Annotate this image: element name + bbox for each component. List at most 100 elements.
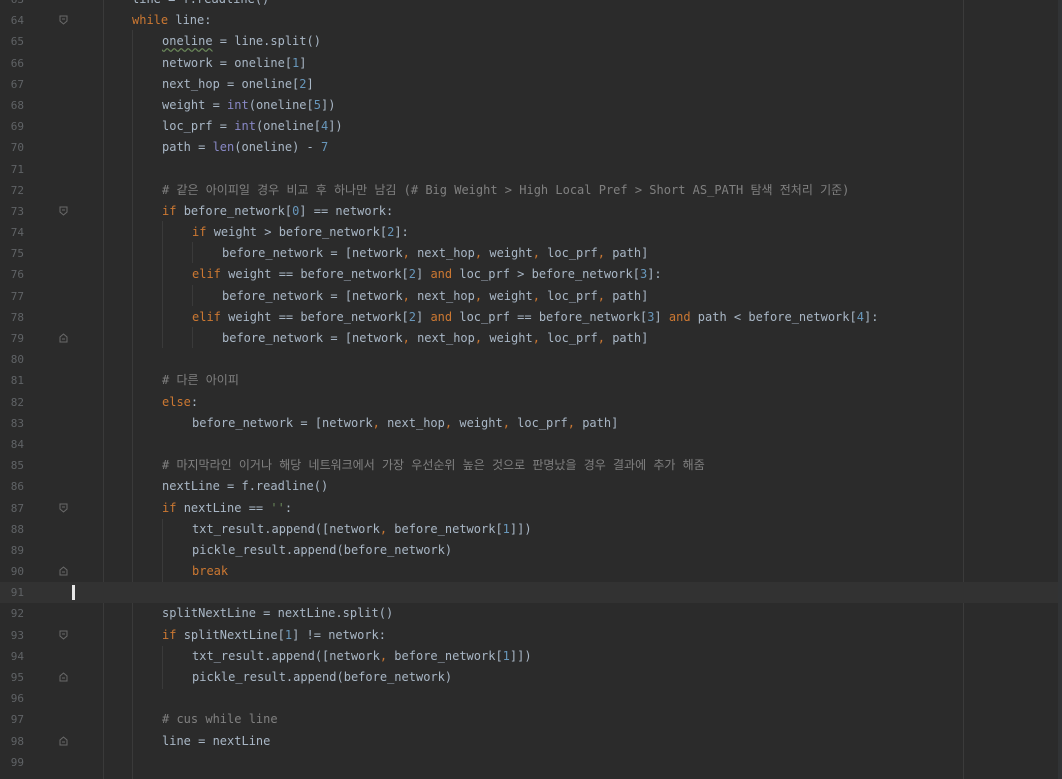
code-token: ,	[379, 648, 388, 663]
code-line[interactable]: 77 before_network = [network, next_hop, w…	[0, 286, 1058, 307]
code-text[interactable]: # 다른 아이피	[162, 370, 239, 391]
code-text[interactable]: before_network = [network, next_hop, wei…	[222, 328, 648, 349]
code-text[interactable]: # cus while line	[162, 709, 278, 730]
code-line[interactable]: 94 txt_result.append([network, before_net…	[0, 646, 1058, 667]
code-line[interactable]: 78 elif weight == before_network[2] and l…	[0, 307, 1058, 328]
line-number: 99	[10, 755, 24, 769]
fold-end-icon[interactable]	[59, 566, 68, 576]
code-text[interactable]: splitNextLine = nextLine.split()	[162, 603, 393, 624]
code-lines[interactable]: 63 line = f.readline() 64 while line: 65 onel…	[0, 0, 1058, 773]
code-editor[interactable]: 63 line = f.readline() 64 while line: 65 onel…	[0, 0, 1062, 779]
code-line[interactable]: 72 # 같은 아이피일 경우 비교 후 하나만 남김 (# Big Weight…	[0, 180, 1058, 201]
code-line[interactable]: 96	[0, 688, 1058, 709]
code-token: weight =	[162, 97, 228, 112]
code-line[interactable]: 65 oneline = line.split()	[0, 31, 1058, 52]
code-line[interactable]: 99	[0, 752, 1058, 773]
code-token: and	[668, 309, 698, 324]
code-line[interactable]: 91	[0, 582, 1058, 604]
code-line[interactable]: 85 # 마지막라인 이거나 해당 네트워크에서 가장 우선순위 높은 것으로 판…	[0, 455, 1058, 476]
code-line[interactable]: 71	[0, 159, 1058, 180]
fold-open-icon[interactable]	[59, 503, 68, 513]
code-token: ,	[372, 415, 380, 430]
code-line[interactable]: 83 before_network = [network, next_hop, w…	[0, 413, 1058, 434]
code-text[interactable]: pickle_result.append(before_network)	[192, 540, 452, 561]
code-line[interactable]: 92 splitNextLine = nextLine.split()	[0, 603, 1058, 624]
code-token: ,	[379, 521, 388, 536]
code-token: loc_prf	[539, 331, 598, 345]
fold-open-icon[interactable]	[59, 630, 68, 640]
line-number: 89	[10, 543, 24, 557]
line-number: 65	[10, 35, 24, 49]
code-text[interactable]: break	[192, 561, 228, 582]
code-line[interactable]: 87 if nextLine == '':	[0, 498, 1058, 519]
code-line[interactable]: 67 next_hop = oneline[2]	[0, 74, 1058, 95]
code-line[interactable]: 66 network = oneline[1]	[0, 53, 1058, 74]
code-text[interactable]: if weight > before_network[2]:	[192, 222, 409, 243]
code-line[interactable]: 98 line = nextLine	[0, 731, 1058, 752]
code-text[interactable]: txt_result.append([network, before_netwo…	[192, 519, 532, 540]
code-line[interactable]: 64 while line:	[0, 10, 1058, 31]
code-token: weight	[452, 415, 503, 430]
code-line[interactable]: 88 txt_result.append([network, before_net…	[0, 519, 1058, 540]
code-line[interactable]: 76 elif weight == before_network[2] and l…	[0, 264, 1058, 285]
code-text[interactable]: if before_network[0] == network:	[162, 201, 393, 222]
fold-end-icon[interactable]	[59, 735, 68, 746]
code-line[interactable]: 75 before_network = [network, next_hop, w…	[0, 243, 1058, 264]
code-line[interactable]: 68 weight = int(oneline[5])	[0, 95, 1058, 116]
code-token: and	[430, 267, 460, 282]
code-line[interactable]: 86 nextLine = f.readline()	[0, 476, 1058, 497]
code-text[interactable]: # 같은 아이피일 경우 비교 후 하나만 남김 (# Big Weight >…	[162, 180, 849, 201]
code-line[interactable]: 73 if before_network[0] == network:	[0, 201, 1058, 222]
code-text[interactable]: line = f.readline()	[132, 0, 269, 10]
line-number: 76	[10, 268, 24, 282]
code-token: path =	[162, 140, 213, 155]
code-line[interactable]: 84	[0, 434, 1058, 455]
code-line[interactable]: 95 pickle_result.append(before_network)	[0, 667, 1058, 688]
code-line[interactable]: 69 loc_prf = int(oneline[4])	[0, 116, 1058, 137]
code-text[interactable]: if nextLine == '':	[162, 498, 292, 519]
code-line[interactable]: 82 else:	[0, 392, 1058, 413]
code-text[interactable]: before_network = [network, next_hop, wei…	[192, 413, 618, 434]
fold-open-icon[interactable]	[59, 15, 68, 25]
code-line[interactable]: 80	[0, 349, 1058, 370]
code-text[interactable]: pickle_result.append(before_network)	[192, 667, 452, 688]
editor-scrollbar[interactable]	[1058, 0, 1062, 779]
code-token: ,	[532, 288, 540, 303]
code-text[interactable]: else:	[162, 392, 198, 413]
code-line[interactable]: 97 # cus while line	[0, 709, 1058, 730]
code-token: 1	[502, 648, 510, 663]
fold-end-icon[interactable]	[59, 672, 68, 682]
code-text[interactable]: line = nextLine	[162, 731, 270, 752]
code-line[interactable]: 81 # 다른 아이피	[0, 370, 1058, 391]
code-line[interactable]: 90 break	[0, 561, 1058, 582]
fold-open-icon[interactable]	[59, 206, 68, 216]
code-token: next_hop	[379, 415, 445, 430]
code-token: ,	[502, 415, 510, 430]
code-text[interactable]: before_network = [network, next_hop, wei…	[222, 286, 648, 307]
code-line[interactable]: 74 if weight > before_network[2]:	[0, 222, 1058, 243]
code-text[interactable]: weight = int(oneline[5])	[162, 95, 335, 116]
line-number: 95	[10, 671, 24, 684]
code-text[interactable]: loc_prf = int(oneline[4])	[162, 116, 343, 137]
code-text[interactable]: while line:	[132, 10, 211, 31]
code-line[interactable]: 70 path = len(oneline) - 7	[0, 137, 1058, 158]
code-line[interactable]: 89 pickle_result.append(before_network)	[0, 540, 1058, 561]
code-text[interactable]: before_network = [network, next_hop, wei…	[222, 243, 648, 264]
fold-end-icon[interactable]	[59, 333, 68, 343]
code-line[interactable]: 63 line = f.readline()	[0, 0, 1058, 10]
code-token: break	[192, 564, 229, 579]
code-line[interactable]: 93 if splitNextLine[1] != network:	[0, 625, 1058, 646]
code-text[interactable]: txt_result.append([network, before_netwo…	[192, 646, 532, 667]
code-text[interactable]: if splitNextLine[1] != network:	[162, 625, 386, 646]
line-number: 87	[10, 501, 24, 515]
code-text[interactable]: next_hop = oneline[2]	[162, 74, 314, 95]
code-text[interactable]: nextLine = f.readline()	[162, 476, 328, 497]
code-text[interactable]: path = len(oneline) - 7	[162, 137, 328, 158]
code-text[interactable]: oneline = line.split()	[162, 31, 321, 52]
code-text[interactable]: # 마지막라인 이거나 해당 네트워크에서 가장 우선순위 높은 것으로 판명났…	[162, 455, 705, 476]
code-line[interactable]: 79 before_network = [network, next_hop, w…	[0, 328, 1058, 349]
code-text[interactable]: network = oneline[1]	[162, 53, 307, 74]
code-text[interactable]: elif weight == before_network[2] and loc…	[192, 264, 662, 285]
code-text[interactable]: elif weight == before_network[2] and loc…	[192, 307, 878, 328]
code-token: loc_prf > before_network[	[459, 267, 640, 282]
